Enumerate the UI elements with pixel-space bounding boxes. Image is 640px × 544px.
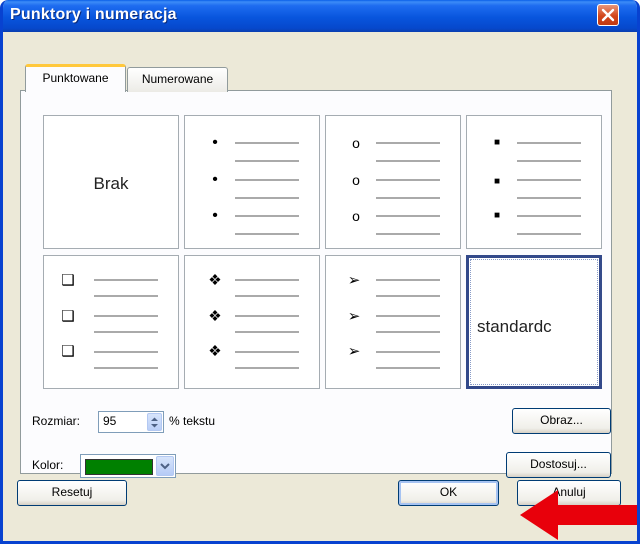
text-lines-icon — [517, 142, 581, 235]
chevron-down-icon — [160, 463, 170, 470]
close-icon — [601, 8, 615, 22]
bullet-style-none-label: Brak — [93, 174, 129, 193]
text-lines-icon — [376, 279, 440, 369]
tab-numbered[interactable]: Numerowane — [127, 67, 228, 92]
color-swatch — [85, 459, 153, 475]
text-lines-icon — [94, 279, 158, 369]
text-lines-icon — [235, 142, 299, 235]
title-bar[interactable]: Punktory i numeracja — [3, 0, 637, 32]
bullet-style-dot[interactable]: • • • — [184, 115, 320, 249]
text-lines-icon — [235, 279, 299, 369]
customize-button[interactable]: Dostosuj... — [506, 452, 611, 478]
size-unit-label: % tekstu — [169, 414, 216, 428]
reset-button[interactable]: Resetuj — [17, 480, 127, 506]
bullet-style-diamond[interactable]: ❖ ❖ ❖ — [184, 255, 320, 389]
size-value: 95 — [103, 414, 117, 428]
color-picker[interactable] — [80, 454, 176, 478]
picture-button[interactable]: Obraz... — [512, 408, 611, 434]
size-label: Rozmiar: — [32, 414, 81, 428]
bullet-style-custom-label: standardc — [477, 317, 552, 336]
bullet-style-custom-selected[interactable]: standardc — [466, 255, 602, 389]
spin-arrows-icon — [151, 417, 158, 428]
close-button[interactable] — [597, 4, 619, 26]
annotation-arrow-icon — [520, 490, 637, 540]
bullet-style-hollow-square[interactable]: ❑ ❑ ❑ — [43, 255, 179, 389]
size-spinner[interactable]: 95 — [98, 411, 164, 433]
ok-button[interactable]: OK — [398, 480, 499, 506]
color-dropdown-button[interactable] — [156, 456, 174, 476]
bullet-style-circle[interactable]: o o o — [325, 115, 461, 249]
dialog-title: Punktory i numeracja — [10, 6, 177, 23]
bullet-style-arrowhead[interactable]: ➢ ➢ ➢ — [325, 255, 461, 389]
tab-bulleted[interactable]: Punktowane — [25, 64, 126, 92]
bullet-style-square[interactable]: ■ ■ ■ — [466, 115, 602, 249]
size-spin-buttons[interactable] — [147, 413, 162, 431]
bullets-numbering-dialog: Punktory i numeracja Punktowane Numerowa… — [0, 0, 640, 544]
bullet-style-none[interactable]: Brak — [43, 115, 179, 249]
text-lines-icon — [376, 142, 440, 235]
color-label: Kolor: — [32, 458, 64, 472]
